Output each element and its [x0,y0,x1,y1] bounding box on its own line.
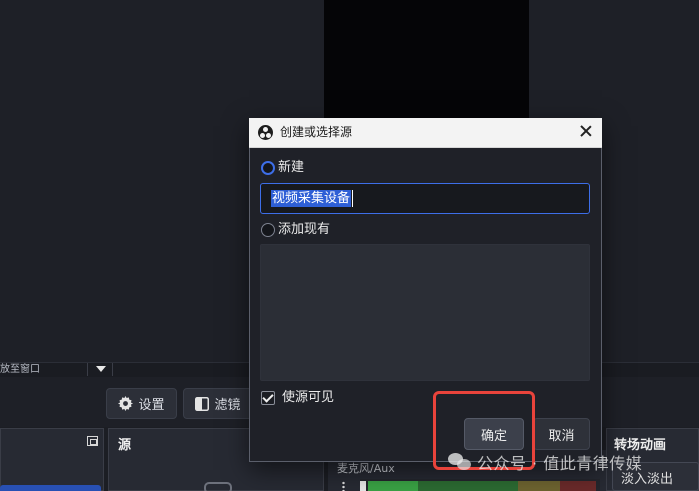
text-caret [352,190,354,207]
filters-label: 滤镜 [214,398,241,413]
wechat-icon [448,452,472,472]
add-existing-radio[interactable] [261,223,275,237]
source-name-value: 视频采集设备 [271,190,352,207]
watermark-text: 公众号 · 值此青律传媒 [477,454,643,473]
make-visible-checkbox[interactable] [261,391,275,405]
zoom-divider [87,363,88,376]
undock-icon[interactable] [87,436,98,446]
zoom-divider [112,363,113,376]
obs-logo-icon [258,125,273,140]
gear-icon [118,396,134,411]
close-icon[interactable] [578,123,594,139]
add-existing-label[interactable]: 添加现有 [278,222,330,238]
sources-empty-icon [204,482,232,491]
filters-button[interactable]: 滤镜 [183,388,253,419]
watermark: 公众号 · 值此青律传媒 [448,450,642,474]
settings-label: 设置 [138,398,165,413]
make-visible-label[interactable]: 使源可见 [282,390,334,406]
volume-meter [360,479,600,491]
cancel-button[interactable]: 取消 [533,418,590,450]
source-name-input[interactable]: 视频采集设备 [260,183,590,214]
settings-button[interactable]: 设置 [106,388,177,419]
zoom-mode-label: 放至窗口 [0,364,40,375]
mixer-channel-label: 麦克风/Aux [337,462,395,475]
filter-icon [195,396,210,411]
create-new-radio[interactable] [261,161,275,175]
chevron-down-icon[interactable] [96,366,106,372]
mixer-menu-icon[interactable] [342,481,345,491]
scene-list-selected-item[interactable] [0,485,101,491]
create-new-label[interactable]: 新建 [278,160,304,176]
existing-sources-list[interactable] [260,244,590,381]
sources-dock-title: 源 [118,438,132,453]
dialog-title: 创建或选择源 [280,125,353,139]
